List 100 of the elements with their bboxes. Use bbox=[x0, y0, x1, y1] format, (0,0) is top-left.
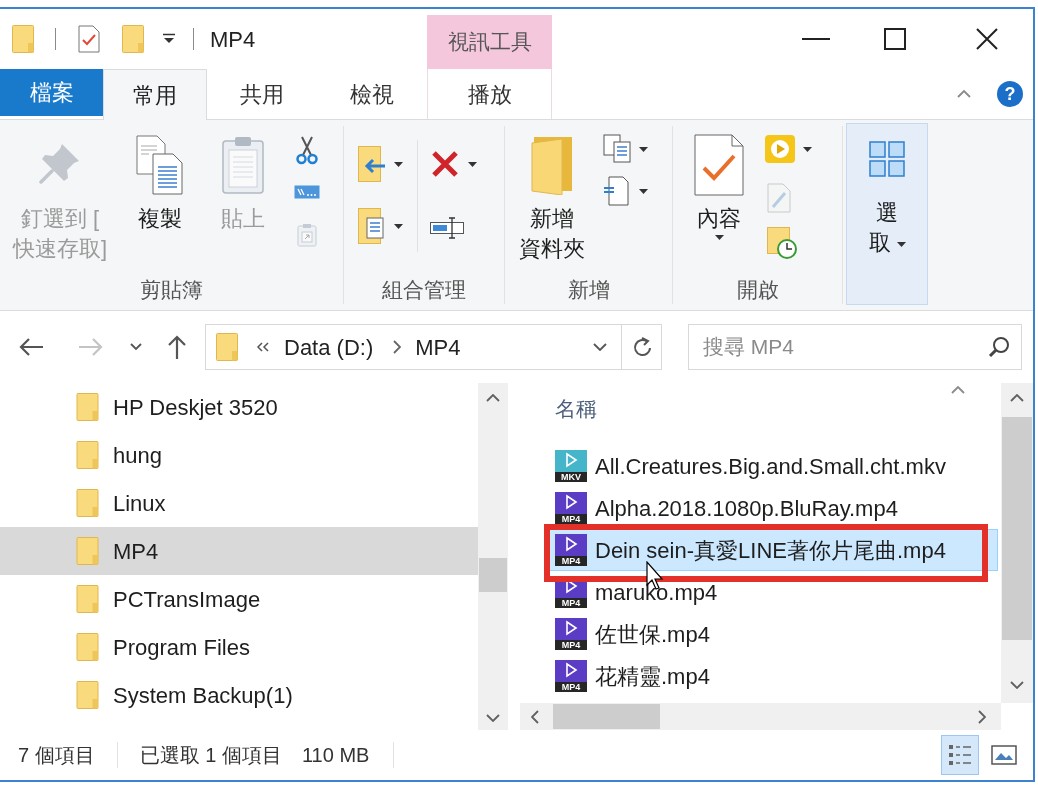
vertical-scrollbar[interactable] bbox=[478, 383, 508, 730]
chevron-down-icon[interactable] bbox=[1010, 681, 1024, 689]
item-count: 7 個項目 bbox=[18, 743, 95, 768]
details-list-icon bbox=[948, 743, 972, 767]
chevron-up-icon[interactable] bbox=[1010, 394, 1024, 402]
folder-icon bbox=[216, 333, 238, 361]
chevron-up-icon[interactable] bbox=[486, 394, 500, 402]
grid-icon bbox=[867, 139, 907, 179]
document-check-icon[interactable] bbox=[78, 25, 100, 53]
properties-button[interactable]: 內容 bbox=[687, 120, 751, 241]
caret-icon bbox=[639, 146, 648, 152]
scrollbar-thumb[interactable] bbox=[553, 704, 660, 729]
scrollbar-thumb[interactable] bbox=[479, 558, 507, 592]
folder-tree-item[interactable]: Program Files bbox=[0, 623, 478, 671]
file-type-label: MP4 bbox=[555, 640, 587, 650]
large-icons-icon bbox=[991, 745, 1017, 765]
ribbon-group-label: 組合管理 bbox=[382, 277, 466, 304]
folder-icon bbox=[75, 393, 100, 421]
file-type-label: MP4 bbox=[555, 514, 587, 524]
folder-document-icon[interactable] bbox=[358, 208, 386, 244]
file-row[interactable]: MP4 花精靈.mp4 bbox=[545, 655, 998, 697]
ribbon-group-label: 剪貼簿 bbox=[140, 277, 203, 304]
chevron-down-icon[interactable] bbox=[486, 714, 500, 722]
ribbon-group-label: 開啟 bbox=[736, 277, 779, 304]
selection-count: 已選取 1 個項目 bbox=[139, 743, 282, 768]
folder-icon bbox=[75, 537, 100, 565]
breadcrumb-item[interactable]: MP4 bbox=[415, 330, 461, 364]
folder-tree-item[interactable]: hung bbox=[0, 431, 478, 479]
close-icon[interactable] bbox=[976, 28, 998, 50]
file-row[interactable]: MP4 Alpha.2018.1080p.BluRay.mp4 bbox=[545, 487, 998, 529]
caret-icon bbox=[394, 161, 403, 167]
scissors-icon[interactable] bbox=[296, 135, 318, 165]
folder-tree-item[interactable]: PCTransImage bbox=[0, 575, 478, 623]
up-arrow-icon[interactable] bbox=[166, 334, 188, 360]
caret-icon bbox=[714, 235, 724, 240]
chevron-right-icon[interactable] bbox=[393, 340, 402, 354]
file-type-label: MP4 bbox=[555, 682, 587, 692]
file-type-label: MP4 bbox=[555, 598, 587, 608]
dropdown-icon[interactable] bbox=[162, 33, 176, 45]
window-title: MP4 bbox=[210, 25, 256, 54]
caret-icon bbox=[468, 161, 477, 167]
chevron-up-icon[interactable] bbox=[957, 90, 971, 98]
rename-field-icon[interactable] bbox=[430, 217, 464, 239]
delete-x-icon[interactable] bbox=[430, 149, 460, 179]
details-view-button[interactable] bbox=[941, 735, 979, 775]
search-icon bbox=[988, 336, 1010, 358]
back-arrow-icon[interactable] bbox=[18, 336, 44, 358]
ribbon-tab[interactable]: 檢視 bbox=[317, 69, 427, 119]
refresh-button[interactable] bbox=[622, 324, 662, 370]
maximize-icon[interactable] bbox=[884, 28, 906, 50]
scrollbar-thumb[interactable] bbox=[1002, 417, 1032, 640]
folder-icon bbox=[75, 681, 100, 709]
file-tab[interactable]: 檔案 bbox=[0, 69, 103, 116]
horizontal-scrollbar[interactable] bbox=[520, 703, 1001, 730]
folder-icon bbox=[75, 441, 100, 469]
new-folder-button[interactable]: 新增 資料夾 bbox=[511, 120, 593, 265]
folder-clock-icon[interactable] bbox=[767, 227, 797, 259]
help-button[interactable]: ? bbox=[997, 81, 1023, 107]
caret-icon bbox=[639, 188, 648, 194]
folder-icon bbox=[75, 489, 100, 517]
folder-tree-item[interactable]: HP Deskjet 3520 bbox=[0, 383, 478, 431]
breadcrumb-item[interactable]: Data (D:) bbox=[284, 330, 374, 364]
folder-tree-item[interactable]: System Backup(1) bbox=[0, 671, 478, 719]
caret-icon bbox=[803, 146, 812, 152]
copy-documents-icon bbox=[135, 134, 185, 196]
vertical-scrollbar[interactable] bbox=[1001, 383, 1033, 703]
folder-icon bbox=[75, 633, 100, 661]
caret-icon bbox=[896, 241, 906, 247]
document-check-icon bbox=[694, 134, 744, 196]
chevron-down-icon[interactable] bbox=[130, 343, 142, 351]
ribbon-group-label: 新增 bbox=[567, 277, 610, 304]
file-type-label: MP4 bbox=[555, 556, 587, 566]
document-lines-icon[interactable] bbox=[603, 176, 629, 206]
chevron-down-icon[interactable] bbox=[593, 343, 607, 351]
ribbon-tab[interactable]: 共用 bbox=[207, 69, 317, 119]
folder-arrow-icon[interactable] bbox=[358, 146, 386, 182]
file-type-label: MKV bbox=[555, 472, 587, 482]
folder-icon bbox=[75, 585, 100, 613]
search-field[interactable]: 搜尋 MP4 bbox=[688, 324, 1022, 370]
select-button[interactable]: 選 取 bbox=[846, 123, 928, 305]
selection-size: 110 MB bbox=[301, 743, 370, 768]
copy-button[interactable]: 複製 bbox=[125, 120, 195, 235]
documents-icon[interactable] bbox=[603, 134, 633, 164]
file-row[interactable]: MKV All.Creatures.Big.and.Small.cht.mkv bbox=[545, 445, 998, 487]
column-header[interactable]: 名稱 bbox=[555, 397, 597, 420]
contextual-tab-header: 視訊工具 bbox=[427, 15, 552, 69]
folder-tree-item[interactable]: Linux bbox=[0, 479, 478, 527]
chevron-up-icon[interactable] bbox=[951, 386, 965, 394]
refresh-icon bbox=[631, 336, 652, 358]
chevron-right-icon[interactable] bbox=[978, 709, 986, 724]
folder-tree-item[interactable]: MP4 bbox=[0, 527, 478, 575]
path-label-icon[interactable] bbox=[294, 185, 320, 199]
address-bar[interactable]: Data (D:) MP4 bbox=[205, 324, 622, 370]
double-chevron-icon[interactable] bbox=[256, 342, 270, 352]
chevron-left-icon[interactable] bbox=[531, 709, 539, 724]
ribbon-tab[interactable]: 常用 bbox=[103, 69, 207, 120]
file-row[interactable]: MP4 佐世保.mp4 bbox=[545, 613, 998, 655]
folder-icon bbox=[12, 25, 34, 53]
clipboard-icon bbox=[220, 135, 266, 195]
caret-icon bbox=[394, 223, 403, 229]
